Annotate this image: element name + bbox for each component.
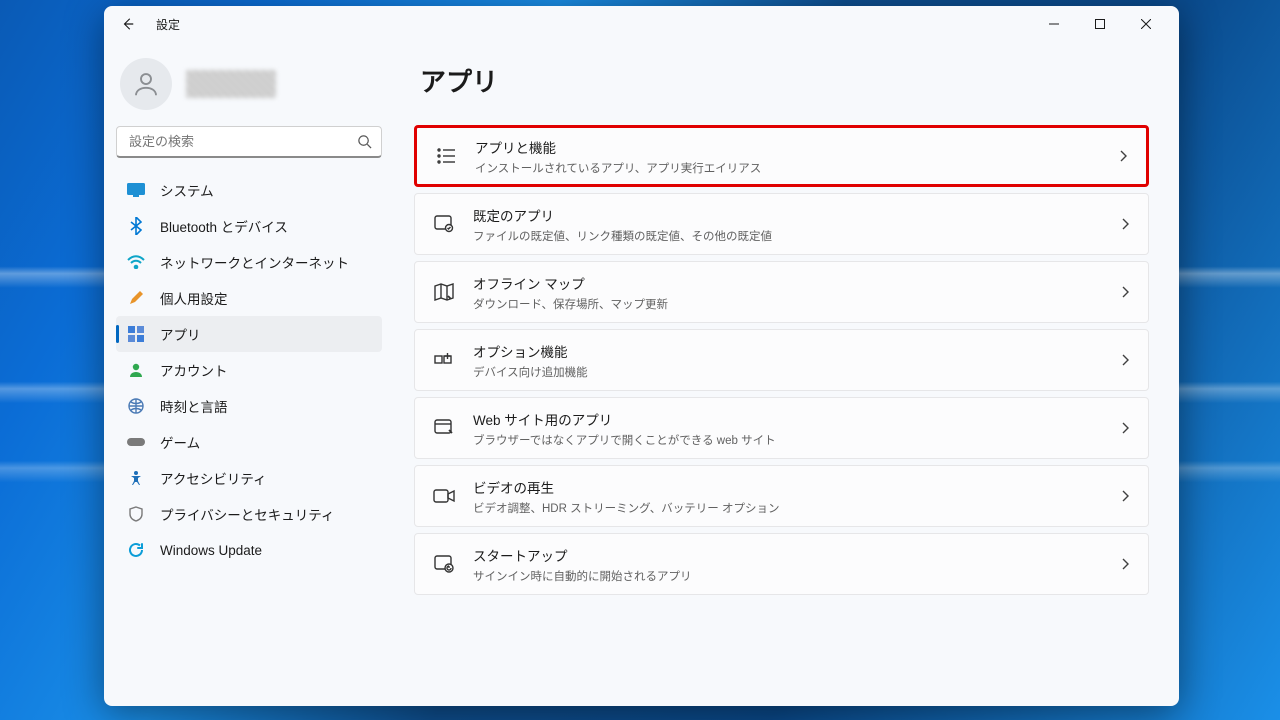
- close-button[interactable]: [1123, 9, 1169, 39]
- card-title: 既定のアプリ: [473, 205, 772, 225]
- chevron-right-icon: [1118, 149, 1128, 163]
- sidebar: システム Bluetooth とデバイス ネットワークとインターネット 個人用設…: [104, 42, 394, 706]
- search-input[interactable]: [116, 126, 382, 158]
- settings-window: 設定 システム Bluetooth とデバイス: [104, 6, 1179, 706]
- card-apps-features[interactable]: アプリと機能インストールされているアプリ、アプリ実行エイリアス: [414, 125, 1149, 187]
- back-button[interactable]: [114, 10, 142, 38]
- profile-block[interactable]: [116, 50, 382, 126]
- card-offline-maps[interactable]: オフライン マップダウンロード、保存場所、マップ更新: [414, 261, 1149, 323]
- nav-label: Windows Update: [160, 543, 262, 558]
- card-optional-features[interactable]: オプション機能デバイス向け追加機能: [414, 329, 1149, 391]
- apps-icon: [126, 324, 146, 344]
- search-icon: [357, 134, 372, 149]
- nav-label: Bluetooth とデバイス: [160, 216, 288, 236]
- nav-bluetooth[interactable]: Bluetooth とデバイス: [116, 208, 382, 244]
- chevron-right-icon: [1120, 217, 1130, 231]
- card-title: Web サイト用のアプリ: [473, 409, 776, 429]
- card-apps-for-websites[interactable]: Web サイト用のアプリブラウザーではなくアプリで開くことができる web サイ…: [414, 397, 1149, 459]
- nav-label: ネットワークとインターネット: [160, 252, 349, 272]
- card-startup[interactable]: スタートアップサインイン時に自動的に開始されるアプリ: [414, 533, 1149, 595]
- nav-label: アクセシビリティ: [160, 468, 267, 488]
- shield-icon: [126, 504, 146, 524]
- accessibility-icon: [126, 468, 146, 488]
- card-subtitle: ファイルの既定値、リンク種類の既定値、その他の既定値: [473, 228, 772, 244]
- minimize-button[interactable]: [1031, 9, 1077, 39]
- chevron-right-icon: [1120, 557, 1130, 571]
- avatar: [120, 58, 172, 110]
- update-icon: [126, 540, 146, 560]
- nav-time-language[interactable]: 時刻と言語: [116, 388, 382, 424]
- nav-accounts[interactable]: アカウント: [116, 352, 382, 388]
- nav-label: 時刻と言語: [160, 396, 228, 416]
- nav-gaming[interactable]: ゲーム: [116, 424, 382, 460]
- nav-label: プライバシーとセキュリティ: [160, 504, 334, 524]
- card-title: オフライン マップ: [473, 273, 668, 293]
- nav-system[interactable]: システム: [116, 172, 382, 208]
- wifi-icon: [126, 252, 146, 272]
- optional-features-icon: [433, 349, 455, 371]
- card-title: オプション機能: [473, 341, 588, 361]
- card-video-playback[interactable]: ビデオの再生ビデオ調整、HDR ストリーミング、バッテリー オプション: [414, 465, 1149, 527]
- video-icon: [433, 485, 455, 507]
- nav-label: ゲーム: [160, 432, 200, 452]
- monitor-icon: [126, 180, 146, 200]
- card-title: アプリと機能: [475, 137, 761, 157]
- maximize-button[interactable]: [1077, 9, 1123, 39]
- card-subtitle: サインイン時に自動的に開始されるアプリ: [473, 568, 692, 584]
- nav-windows-update[interactable]: Windows Update: [116, 532, 382, 568]
- person-icon: [126, 360, 146, 380]
- page-heading: アプリ: [420, 62, 1149, 99]
- nav-accessibility[interactable]: アクセシビリティ: [116, 460, 382, 496]
- map-icon: [433, 281, 455, 303]
- website-apps-icon: [433, 417, 455, 439]
- titlebar: 設定: [104, 6, 1179, 42]
- window-controls: [1031, 9, 1169, 39]
- nav-privacy[interactable]: プライバシーとセキュリティ: [116, 496, 382, 532]
- gamepad-icon: [126, 432, 146, 452]
- nav-label: アカウント: [160, 360, 228, 380]
- card-subtitle: ダウンロード、保存場所、マップ更新: [473, 296, 668, 312]
- card-subtitle: インストールされているアプリ、アプリ実行エイリアス: [475, 160, 761, 176]
- chevron-right-icon: [1120, 285, 1130, 299]
- paintbrush-icon: [126, 288, 146, 308]
- nav-personalization[interactable]: 個人用設定: [116, 280, 382, 316]
- chevron-right-icon: [1120, 489, 1130, 503]
- chevron-right-icon: [1120, 353, 1130, 367]
- startup-icon: [433, 553, 455, 575]
- chevron-right-icon: [1120, 421, 1130, 435]
- globe-clock-icon: [126, 396, 146, 416]
- nav-label: システム: [160, 180, 214, 200]
- nav-apps[interactable]: アプリ: [116, 316, 382, 352]
- sidebar-nav: システム Bluetooth とデバイス ネットワークとインターネット 個人用設…: [116, 172, 382, 568]
- card-subtitle: ブラウザーではなくアプリで開くことができる web サイト: [473, 432, 776, 448]
- card-subtitle: ビデオ調整、HDR ストリーミング、バッテリー オプション: [473, 500, 780, 516]
- nav-label: 個人用設定: [160, 288, 228, 308]
- window-title: 設定: [156, 16, 180, 33]
- card-subtitle: デバイス向け追加機能: [473, 364, 588, 380]
- search-box[interactable]: [116, 126, 382, 158]
- main-content: アプリ アプリと機能インストールされているアプリ、アプリ実行エイリアス 既定のア…: [394, 42, 1179, 706]
- nav-network[interactable]: ネットワークとインターネット: [116, 244, 382, 280]
- nav-label: アプリ: [160, 324, 201, 344]
- card-default-apps[interactable]: 既定のアプリファイルの既定値、リンク種類の既定値、その他の既定値: [414, 193, 1149, 255]
- default-apps-icon: [433, 213, 455, 235]
- list-icon: [435, 145, 457, 167]
- user-name-redacted: [186, 70, 276, 98]
- card-title: スタートアップ: [473, 545, 692, 565]
- card-title: ビデオの再生: [473, 477, 780, 497]
- bluetooth-icon: [126, 216, 146, 236]
